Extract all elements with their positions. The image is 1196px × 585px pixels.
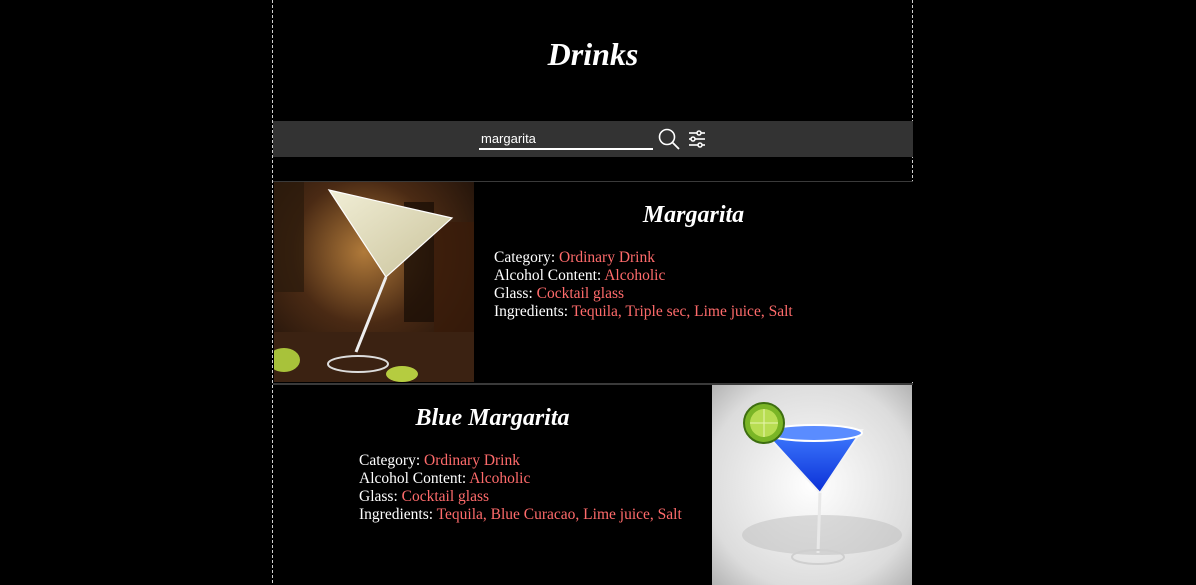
category-row: Category: Ordinary Drink	[359, 452, 682, 470]
drink-image	[274, 182, 474, 382]
drink-name[interactable]: Blue Margarita	[273, 405, 712, 432]
ingredients-value[interactable]: Tequila, Triple sec, Lime juice, Salt	[572, 303, 793, 320]
glass-row: Glass: Cocktail glass	[359, 488, 682, 506]
alcohol-value[interactable]: Alcoholic	[604, 267, 665, 284]
drink-details: Category: Ordinary Drink Alcohol Content…	[494, 249, 793, 321]
drink-image	[712, 385, 912, 585]
drink-info: Blue Margarita Category: Ordinary Drink …	[273, 385, 712, 585]
alcohol-label: Alcohol Content:	[359, 470, 470, 487]
alcohol-row: Alcohol Content: Alcoholic	[494, 267, 793, 285]
page-title: Drinks	[547, 36, 639, 72]
ingredients-row: Ingredients: Tequila, Triple sec, Lime j…	[494, 303, 793, 321]
drink-name[interactable]: Margarita	[474, 202, 913, 229]
drink-card[interactable]: Blue Margarita Category: Ordinary Drink …	[273, 383, 913, 585]
glass-label: Glass:	[494, 285, 537, 302]
category-value[interactable]: Ordinary Drink	[559, 249, 655, 266]
glass-label: Glass:	[359, 488, 402, 505]
category-row: Category: Ordinary Drink	[494, 249, 793, 267]
alcohol-value[interactable]: Alcoholic	[469, 470, 530, 487]
alcohol-label: Alcohol Content:	[494, 267, 605, 284]
category-label: Category:	[494, 249, 559, 266]
alcohol-row: Alcohol Content: Alcoholic	[359, 470, 682, 488]
search-bar	[273, 121, 913, 157]
search-input[interactable]	[479, 128, 653, 150]
page-container: Drinks margarita Margarita Category: Ord…	[273, 0, 913, 585]
category-label: Category:	[359, 452, 424, 469]
ingredients-value[interactable]: Tequila, Blue Curacao, Lime juice, Salt	[437, 506, 682, 523]
sliders-icon[interactable]	[687, 129, 707, 149]
ingredients-label: Ingredients:	[494, 303, 572, 320]
category-value[interactable]: Ordinary Drink	[424, 452, 520, 469]
ingredients-row: Ingredients: Tequila, Blue Curacao, Lime…	[359, 506, 682, 524]
drink-card[interactable]: Margarita Category: Ordinary Drink Alcoh…	[273, 181, 913, 382]
glass-value[interactable]: Cocktail glass	[402, 488, 489, 505]
search-icon[interactable]	[658, 128, 680, 150]
drink-details: Category: Ordinary Drink Alcohol Content…	[359, 452, 682, 524]
glass-value[interactable]: Cocktail glass	[537, 285, 624, 302]
drink-info: Margarita Category: Ordinary Drink Alcoh…	[474, 182, 913, 382]
glass-row: Glass: Cocktail glass	[494, 285, 793, 303]
ingredients-label: Ingredients:	[359, 506, 437, 523]
